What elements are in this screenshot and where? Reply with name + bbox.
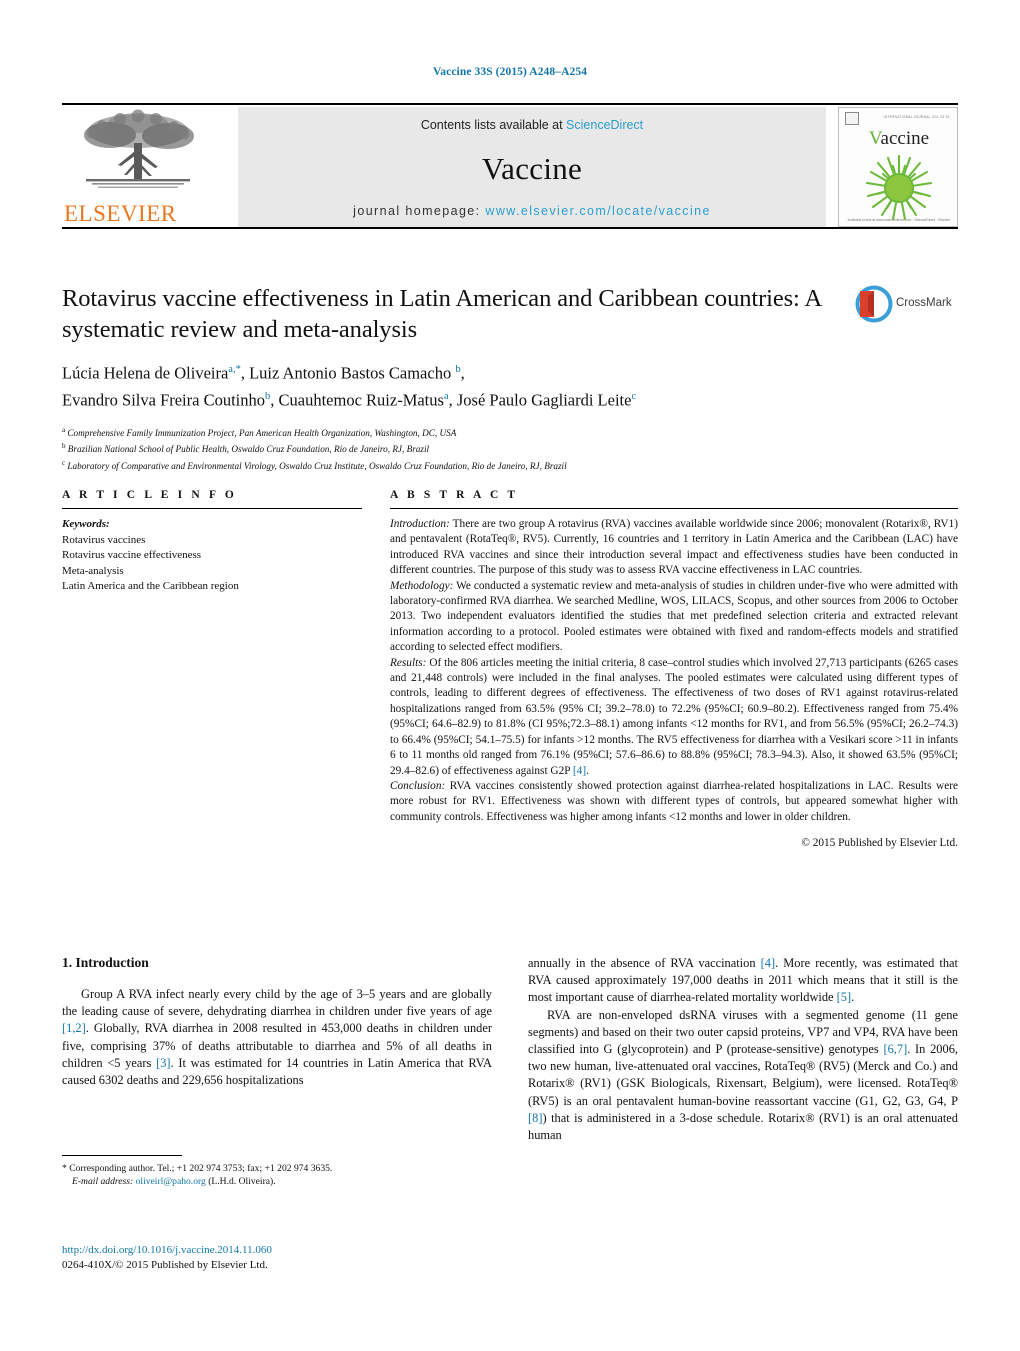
cover-publisher-mark	[845, 112, 859, 125]
paper-page: Vaccine 33S (2015) A248–A254 ELSEVIER Co…	[0, 0, 1020, 1351]
cover-micro-top: INTERNATIONAL JOURNAL VOL 33 S1	[883, 115, 950, 119]
keyword-item: Meta-analysis	[62, 564, 124, 577]
journal-cover-thumbnail: INTERNATIONAL JOURNAL VOL 33 S1 Vaccine	[838, 107, 958, 227]
abstract-introduction-text: There are two group A rotavirus (RVA) va…	[390, 518, 958, 577]
author-line-1: Lúcia Helena de Oliveiraa,*, Luiz Antoni…	[62, 363, 465, 383]
footnote-corresponding-text: Corresponding author. Tel.; +1 202 974 3…	[66, 1163, 333, 1174]
author-list: Lúcia Helena de Oliveiraa,*, Luiz Antoni…	[62, 358, 852, 411]
body-column-left: 1. Introduction Group A RVA infect nearl…	[62, 955, 492, 1089]
body-text-c: .	[851, 990, 855, 1005]
citation-link[interactable]: [1,2]	[62, 1021, 86, 1035]
cover-title-rest: accine	[880, 128, 930, 149]
masthead-top-rule	[62, 103, 958, 105]
citation-link[interactable]: [6,7]	[883, 1042, 907, 1056]
abstract-body: Introduction: There are two group A rota…	[390, 517, 958, 852]
citation-link[interactable]: [5]	[837, 990, 851, 1004]
doi-block: http://dx.doi.org/10.1016/j.vaccine.2014…	[62, 1243, 492, 1273]
masthead-bottom-rule	[62, 227, 958, 229]
crossmark-icon	[855, 285, 893, 323]
body-paragraph: Group A RVA infect nearly every child by…	[62, 986, 492, 1089]
citation-link[interactable]: [4]	[573, 765, 586, 777]
corresponding-author-footnote: * Corresponding author. Tel.; +1 202 974…	[62, 1155, 492, 1189]
abstract-methodology-text: We conducted a systematic review and met…	[390, 579, 958, 654]
doi-link[interactable]: http://dx.doi.org/10.1016/j.vaccine.2014…	[62, 1243, 492, 1258]
email-label: E-mail address:	[72, 1176, 134, 1188]
keyword-item: Rotavirus vaccine effectiveness	[62, 549, 202, 561]
footnote-line-email: E-mail address: oliveirl@paho.org (L.H.d…	[62, 1175, 492, 1188]
elsevier-wordmark: ELSEVIER	[64, 201, 177, 226]
abstract-conclusion-label: Conclusion:	[390, 779, 446, 792]
citation-link[interactable]: [3]	[156, 1056, 170, 1070]
abstract-paragraph-methodology: Methodology: We conducted a systematic r…	[390, 579, 958, 656]
abstract-heading: A B S T R A C T	[390, 489, 519, 501]
abstract-results-label: Results:	[390, 656, 427, 669]
journal-title: Vaccine	[481, 151, 583, 186]
citation-link[interactable]: [8]	[528, 1111, 542, 1125]
abstract-paragraph-introduction: Introduction: There are two group A rota…	[390, 517, 958, 579]
keywords-block: Keywords: Rotavirus vaccines Rotavirus v…	[62, 517, 362, 595]
abstract-rule	[390, 508, 958, 509]
affiliation-item: c Laboratory of Comparative and Environm…	[62, 457, 852, 473]
cover-footer-text: Available online at www.sciencedirect.co…	[847, 218, 951, 222]
footnote-line-corresponding: * Corresponding author. Tel.; +1 202 974…	[62, 1162, 492, 1175]
affiliation-item: a Comprehensive Family Immunization Proj…	[62, 424, 852, 440]
author-line-2: Evandro Silva Freira Coutinhob, Cuauhtem…	[62, 390, 637, 409]
running-head: Vaccine 33S (2015) A248–A254	[432, 66, 588, 78]
homepage-prefix: journal homepage:	[353, 204, 486, 218]
masthead-center-panel: Contents lists available at ScienceDirec…	[238, 107, 826, 227]
abstract-results-text-a: Of the 806 articles meeting the initial …	[390, 656, 958, 777]
affiliation-marker: b	[62, 442, 66, 451]
abstract-conclusion-text: RVA vaccines consistently showed protect…	[390, 779, 958, 823]
crossmark-badge[interactable]: CrossMark	[854, 284, 958, 330]
cover-title-initial: V	[868, 128, 881, 149]
abstract-methodology-label: Methodology:	[390, 579, 454, 592]
affiliation-text: Comprehensive Family Immunization Projec…	[67, 428, 457, 439]
abstract-paragraph-conclusion: Conclusion: RVA vaccines consistently sh…	[390, 779, 958, 825]
body-column-right: annually in the absence of RVA vaccinati…	[528, 955, 958, 1144]
journal-masthead: ELSEVIER Contents lists available at Sci…	[62, 103, 958, 229]
abstract-paragraph-results: Results: Of the 806 articles meeting the…	[390, 656, 958, 779]
body-text-c: ) that is administered in a 3-dose sched…	[528, 1110, 958, 1143]
section-heading-introduction: 1. Introduction	[62, 955, 149, 970]
footnote-rule	[62, 1155, 182, 1156]
email-link[interactable]: oliveirl@paho.org	[136, 1176, 206, 1187]
keywords-label: Keywords:	[62, 518, 110, 530]
affiliation-item: b Brazilian National School of Public He…	[62, 440, 852, 456]
article-info-heading: A R T I C L E I N F O	[62, 489, 237, 501]
citation-link[interactable]: [4]	[761, 956, 775, 970]
elsevier-tree-icon	[84, 109, 194, 188]
journal-homepage-line: journal homepage: www.elsevier.com/locat…	[238, 204, 826, 218]
affiliation-list: a Comprehensive Family Immunization Proj…	[62, 424, 852, 473]
virus-illustration-icon	[865, 154, 933, 221]
body-paragraph: RVA are non-enveloped dsRNA viruses with…	[528, 1007, 958, 1145]
body-paragraph: annually in the absence of RVA vaccinati…	[528, 955, 958, 1007]
affiliation-text: Laboratory of Comparative and Environmen…	[67, 460, 567, 471]
footnote-text: * Corresponding author. Tel.; +1 202 974…	[62, 1162, 492, 1189]
sciencedirect-link[interactable]: ScienceDirect	[566, 118, 643, 132]
affiliation-marker: c	[62, 458, 66, 467]
affiliation-text: Brazilian National School of Public Heal…	[67, 444, 430, 455]
body-text-a: Group A RVA infect nearly every child by…	[62, 987, 492, 1019]
body-text-a: annually in the absence of RVA vaccinati…	[528, 956, 761, 970]
article-info-rule	[62, 508, 362, 509]
keyword-item: Rotavirus vaccines	[62, 533, 146, 546]
email-suffix: (L.H.d. Oliveira).	[205, 1176, 276, 1188]
article-header: Rotavirus vaccine effectiveness in Latin…	[62, 283, 852, 473]
elsevier-logo: ELSEVIER	[62, 107, 230, 227]
affiliation-marker: a	[62, 426, 66, 434]
journal-homepage-link[interactable]: www.elsevier.com/locate/vaccine	[485, 204, 710, 218]
keyword-item: Latin America and the Caribbean region	[62, 580, 239, 592]
contents-prefix: Contents lists available at	[420, 118, 567, 132]
abstract-copyright: © 2015 Published by Elsevier Ltd.	[801, 837, 958, 850]
abstract-column: A B S T R A C T Introduction: There are …	[390, 489, 958, 852]
contents-available-line: Contents lists available at ScienceDirec…	[238, 118, 826, 132]
issn-copyright-line: 0264-410X/© 2015 Published by Elsevier L…	[62, 1259, 268, 1271]
abstract-introduction-label: Introduction:	[390, 518, 450, 530]
page-title: Rotavirus vaccine effectiveness in Latin…	[62, 285, 821, 343]
cover-title: Vaccine	[839, 128, 957, 150]
article-info-column: A R T I C L E I N F O Keywords: Rotaviru…	[62, 489, 362, 595]
crossmark-label: CrossMark	[896, 297, 952, 309]
abstract-results-text-b: .	[586, 764, 589, 777]
